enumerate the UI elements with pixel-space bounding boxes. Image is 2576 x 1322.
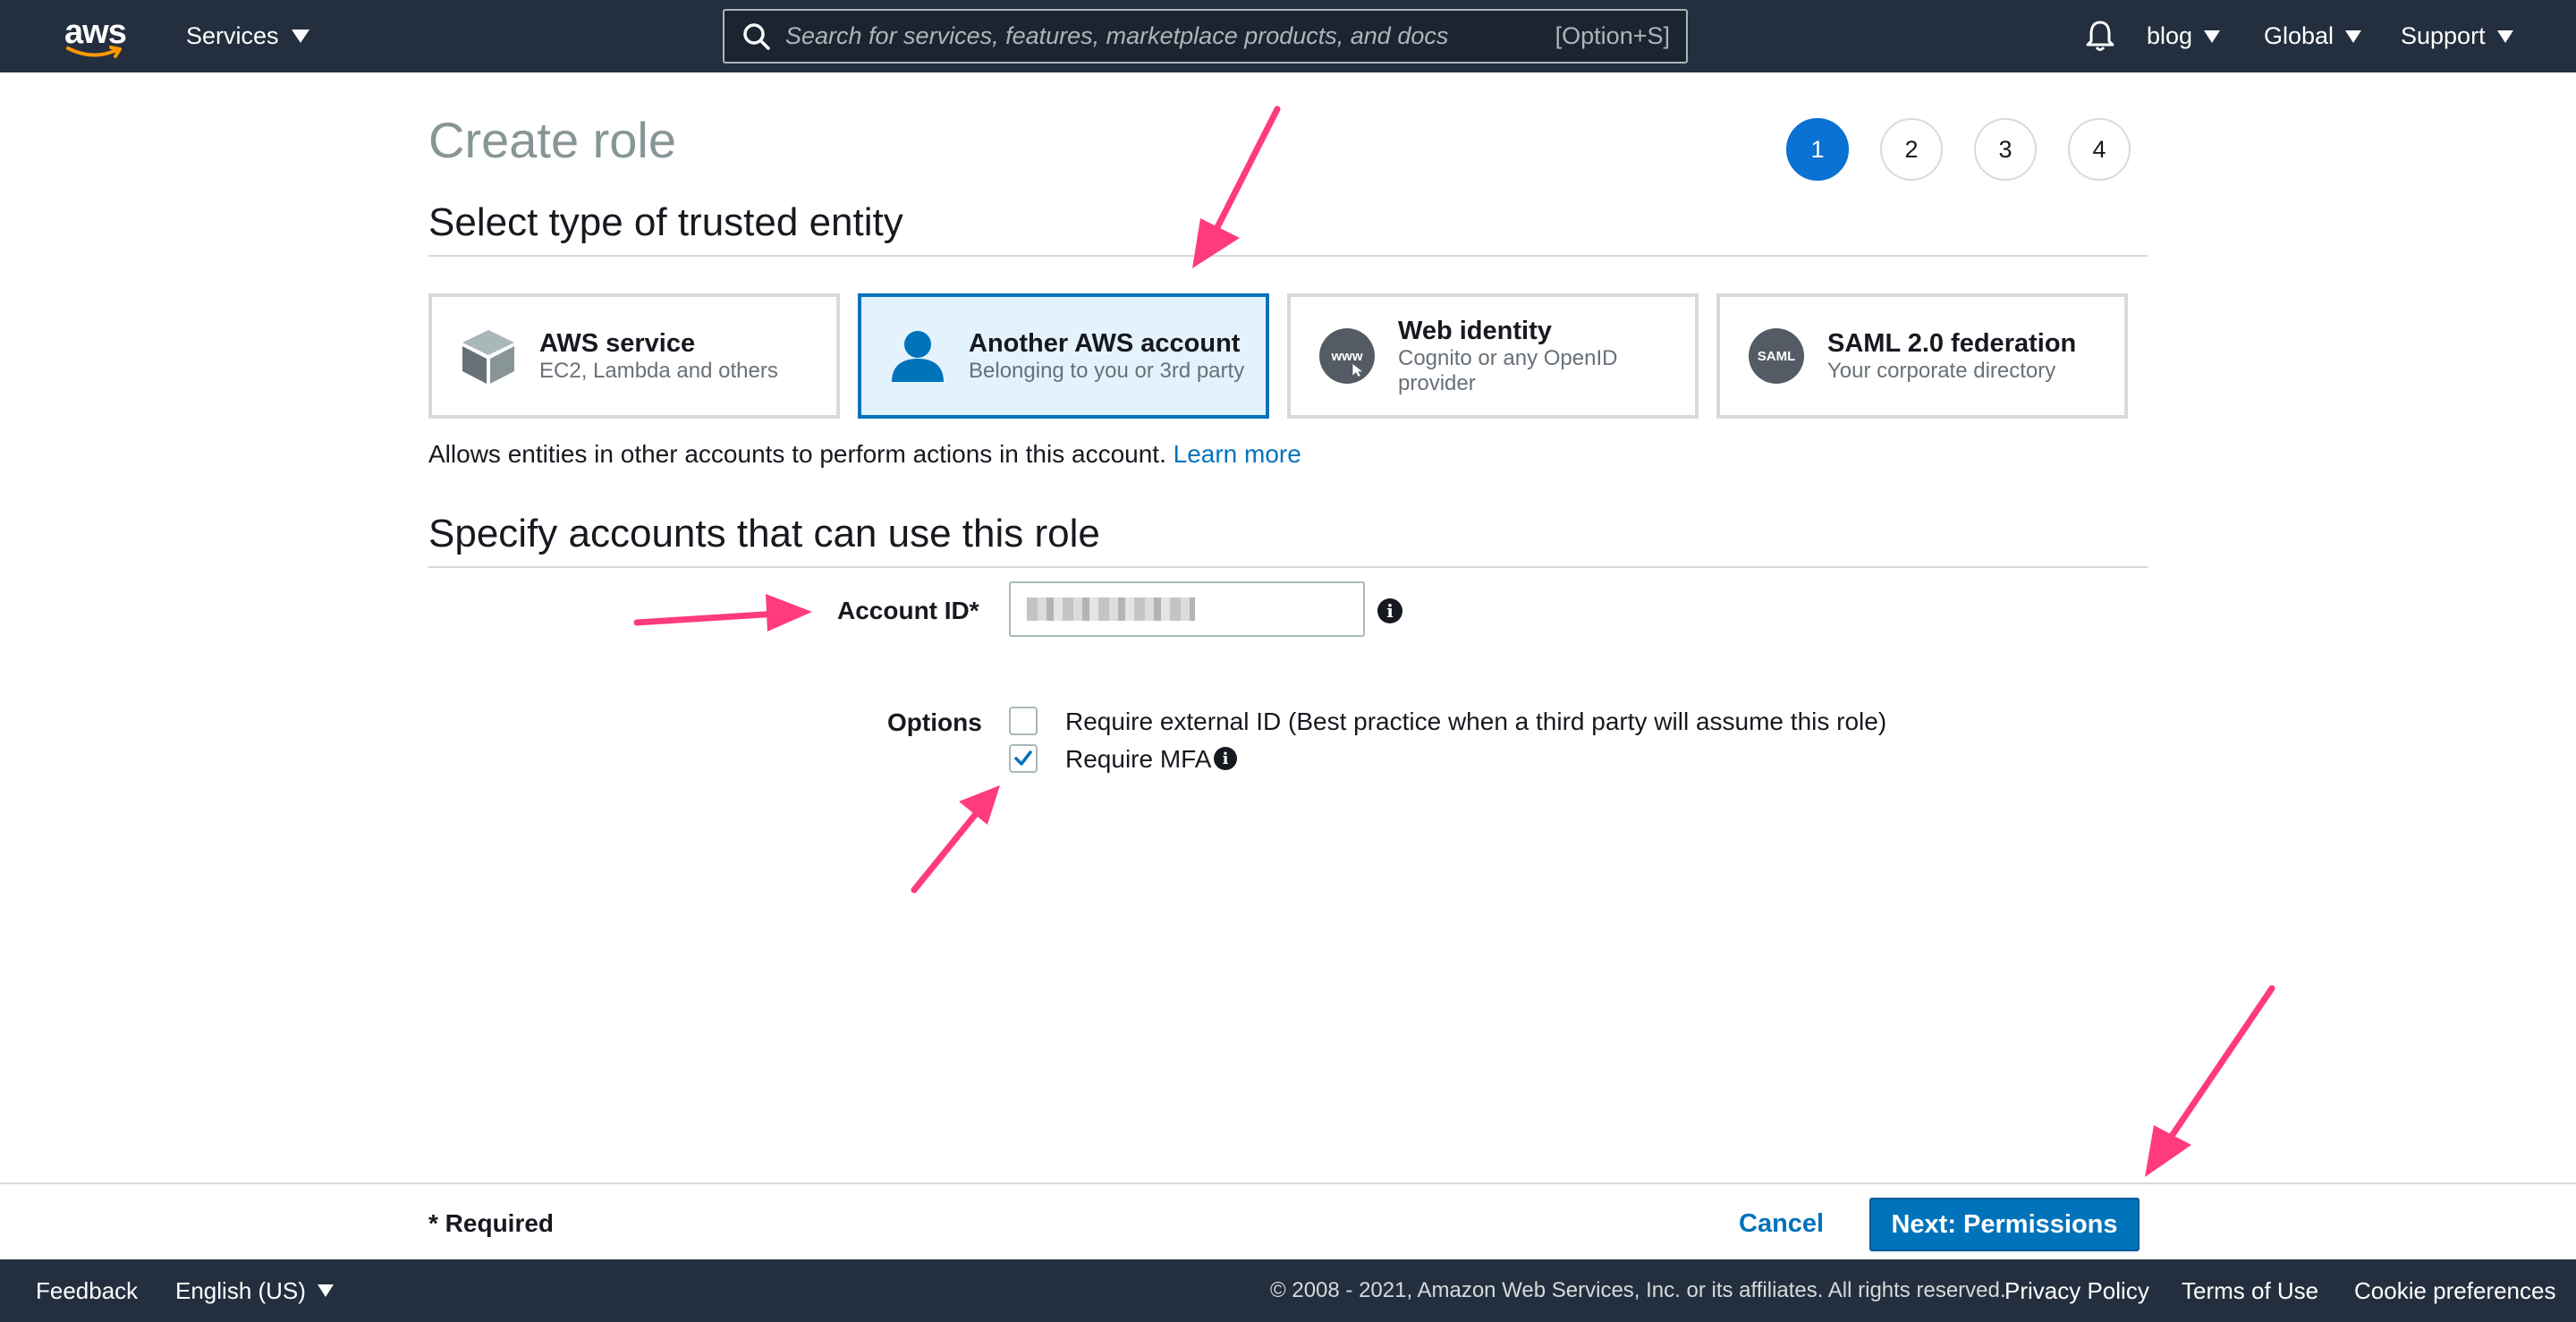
trusted-entity-heading: Select type of trusted entity: [428, 200, 903, 244]
entity-card-web-identity[interactable]: www Web identity Cognito or any OpenID p…: [1287, 293, 1699, 419]
saml-icon-text: SAML: [1757, 348, 1796, 364]
global-search[interactable]: [Option+S]: [723, 9, 1688, 64]
entity-description-text: Allows entities in other accounts to per…: [428, 440, 1166, 468]
required-note: * Required: [428, 1209, 555, 1237]
annotation-arrow: [1207, 106, 1281, 245]
learn-more-link[interactable]: Learn more: [1174, 440, 1301, 468]
entity-card-title: SAML 2.0 federation: [1827, 329, 2077, 358]
specify-accounts-heading: Specify accounts that can use this role: [428, 512, 1100, 555]
services-menu[interactable]: Services: [186, 0, 309, 72]
cookie-preferences-link[interactable]: Cookie preferences: [2354, 1259, 2555, 1322]
require-external-id-checkbox[interactable]: [1009, 707, 1038, 735]
page-title: Create role: [428, 112, 677, 168]
annotation-arrow: [911, 806, 983, 894]
section-divider: [428, 255, 2148, 257]
chevron-down-icon: [291, 30, 309, 43]
cancel-button[interactable]: Cancel: [1739, 1209, 1824, 1239]
annotation-arrowhead: [1192, 218, 1240, 268]
services-menu-label: Services: [186, 22, 279, 49]
options-label: Options: [887, 708, 982, 736]
entity-card-subtitle: Belonging to you or 3rd party: [969, 359, 1245, 383]
console-footer: Feedback English (US) © 2008 - 2021, Ama…: [0, 1259, 2576, 1322]
next-permissions-button[interactable]: Next: Permissions: [1869, 1198, 2140, 1251]
language-label: English (US): [175, 1276, 306, 1304]
www-icon-text: www: [1331, 348, 1363, 364]
entity-card-title: Web identity: [1398, 317, 1552, 345]
chevron-down-icon: [2496, 30, 2513, 43]
feedback-link[interactable]: Feedback: [36, 1259, 138, 1322]
wizard-step-4[interactable]: 4: [2068, 118, 2131, 181]
aws-logo[interactable]: aws: [64, 14, 127, 58]
wizard-action-bar: [0, 1182, 2576, 1259]
annotation-arrowhead: [959, 785, 1000, 825]
entity-description: Allows entities in other accounts to per…: [428, 440, 1301, 469]
user-icon: [888, 326, 947, 386]
annotation-arrow: [2168, 985, 2275, 1140]
cursor-icon: [1352, 364, 1362, 377]
copyright-text: © 2008 - 2021, Amazon Web Services, Inc.…: [1270, 1278, 2006, 1302]
region-menu-label: Global: [2264, 22, 2334, 49]
top-navigation-bar: aws Services [Option+S] blog Global Supp…: [0, 0, 2576, 72]
account-menu-label: blog: [2147, 22, 2193, 49]
wizard-step-2[interactable]: 2: [1880, 118, 1943, 181]
terms-of-use-link[interactable]: Terms of Use: [2182, 1259, 2318, 1322]
chevron-down-icon: [2204, 30, 2221, 43]
aws-smile-icon: [66, 46, 122, 58]
saml-icon: SAML: [1747, 326, 1806, 386]
www-icon: www: [1318, 326, 1377, 386]
wizard-step-1[interactable]: 1: [1786, 118, 1849, 181]
entity-card-aws-service[interactable]: AWS service EC2, Lambda and others: [428, 293, 840, 419]
privacy-policy-link[interactable]: Privacy Policy: [2004, 1259, 2149, 1322]
require-external-id-label: Require external ID (Best practice when …: [1065, 708, 1887, 735]
support-menu-label: Support: [2401, 22, 2486, 49]
entity-card-saml-federation[interactable]: SAML SAML 2.0 federation Your corporate …: [1716, 293, 2128, 419]
entity-card-title: AWS service: [539, 329, 696, 358]
checkmark-icon: [1014, 750, 1032, 766]
entity-card-subtitle: EC2, Lambda and others: [539, 359, 778, 383]
chevron-down-icon: [317, 1284, 334, 1297]
cube-icon: [459, 326, 518, 386]
redacted-account-id: [1027, 597, 1195, 621]
annotation-arrows: [633, 106, 2275, 1177]
entity-card-subtitle: Cognito or any OpenID provider: [1398, 346, 1618, 395]
account-menu[interactable]: blog: [2147, 0, 2221, 72]
entity-card-subtitle: Your corporate directory: [1827, 359, 2056, 383]
wizard-step-3[interactable]: 3: [1974, 118, 2037, 181]
require-mfa-checkbox[interactable]: [1009, 744, 1038, 773]
search-icon: [743, 22, 770, 50]
annotation-arrow: [633, 610, 782, 626]
notifications-bell-icon[interactable]: [2082, 18, 2118, 54]
chevron-down-icon: [2345, 30, 2362, 43]
support-menu[interactable]: Support: [2401, 0, 2513, 72]
entity-card-another-aws-account[interactable]: Another AWS account Belonging to you or …: [858, 293, 1269, 419]
info-icon[interactable]: i: [1377, 598, 1402, 623]
entity-card-title: Another AWS account: [969, 329, 1241, 358]
section-divider: [428, 566, 2148, 568]
annotation-arrowhead: [2145, 1125, 2191, 1177]
annotation-arrowhead: [766, 594, 812, 631]
search-shortcut-hint: [Option+S]: [1555, 22, 1670, 49]
require-mfa-label: Require MFA: [1065, 745, 1212, 773]
search-input[interactable]: [785, 22, 1555, 50]
info-icon[interactable]: i: [1214, 747, 1237, 770]
account-id-label: Account ID*: [837, 597, 979, 624]
language-selector[interactable]: English (US): [175, 1259, 334, 1322]
region-menu[interactable]: Global: [2264, 0, 2362, 72]
